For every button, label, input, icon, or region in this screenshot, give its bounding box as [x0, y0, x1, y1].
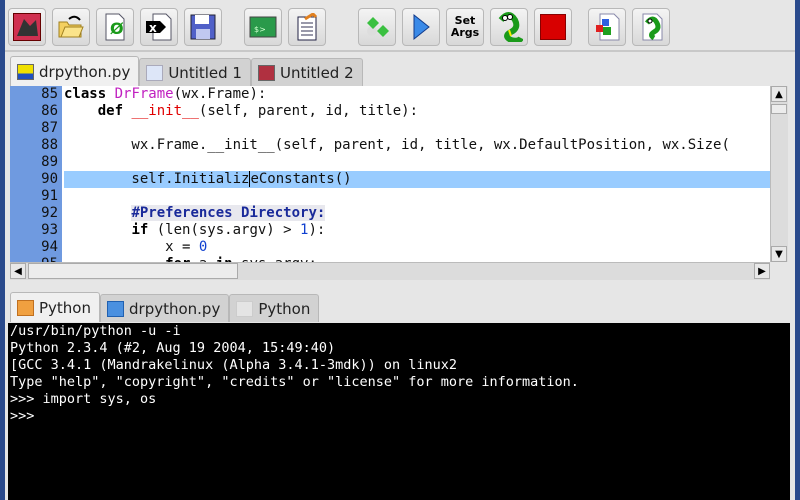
- notepad-icon: [293, 13, 321, 41]
- tab-label: Untitled 2: [279, 63, 354, 82]
- editor-horizontal-scrollbar[interactable]: ◀ ▶: [10, 262, 770, 280]
- console-line: [GCC 3.4.1 (Mandrakelinux (Alpha 3.4.1-3…: [10, 357, 458, 373]
- toolbar: Ø x $> Set Args: [5, 0, 795, 52]
- bottom-tab-bar: Python drpython.py Python: [10, 292, 320, 322]
- code-text: self.InitializeConstants(): [64, 171, 770, 188]
- line-number: 92: [41, 205, 58, 221]
- line-number: 85: [41, 86, 58, 102]
- python-doc-button[interactable]: [632, 8, 670, 46]
- tab-drpython-py[interactable]: drpython.py: [10, 56, 140, 86]
- tab-drpython-py-output[interactable]: drpython.py: [100, 294, 230, 322]
- set-args-button[interactable]: Set Args: [446, 8, 484, 46]
- line-number: 91: [41, 188, 58, 204]
- code-text: wx.Frame.__init__(self, parent, id, titl…: [64, 137, 730, 153]
- terminal-button[interactable]: $>: [244, 8, 282, 46]
- line-number: 86: [41, 103, 58, 119]
- code-text: if (len(sys.argv) > 1):: [131, 222, 326, 238]
- console-line: Python 2.3.4 (#2, Aug 19 2004, 15:49:40): [10, 340, 336, 356]
- horizontal-scroll-thumb[interactable]: [28, 263, 238, 279]
- line-number: 93: [41, 222, 58, 238]
- tab-untitled-2[interactable]: Untitled 2: [250, 58, 363, 86]
- console-prompt: >>>: [10, 408, 43, 424]
- svg-text:$>: $>: [254, 25, 266, 34]
- code-line: 88 wx.Frame.__init__(self, parent, id, t…: [10, 137, 770, 154]
- drpython-logo-button[interactable]: [8, 8, 46, 46]
- code-line: 87: [10, 120, 770, 137]
- line-number: 89: [41, 154, 58, 170]
- line-number: 88: [41, 137, 58, 153]
- code-line: 86 def __init__(self, parent, id, title)…: [10, 103, 770, 120]
- prompt-icon: [17, 299, 34, 316]
- code-text: #Preferences Directory:: [131, 205, 326, 221]
- scroll-left-icon[interactable]: ◀: [10, 263, 26, 279]
- stop-square-icon: [539, 13, 567, 41]
- tab-label: drpython.py: [129, 299, 221, 318]
- python-doc-icon: [637, 13, 665, 41]
- terminal-icon: $>: [249, 13, 277, 41]
- drpython-logo-icon: [13, 13, 41, 41]
- prompt-icon: [107, 300, 124, 317]
- code-editor[interactable]: 85 class DrFrame(wx.Frame): 86 def __init…: [10, 86, 770, 262]
- save-button[interactable]: [184, 8, 222, 46]
- editor-vertical-scrollbar[interactable]: ▲ ▼: [770, 86, 788, 262]
- code-line: 85 class DrFrame(wx.Frame):: [10, 86, 770, 103]
- scroll-down-icon[interactable]: ▼: [771, 246, 787, 262]
- play-icon: [407, 13, 435, 41]
- open-button[interactable]: [52, 8, 90, 46]
- source-browser-button[interactable]: [588, 8, 626, 46]
- source-browser-icon: [593, 13, 621, 41]
- tab-label: Python: [39, 298, 91, 317]
- code-line: 94 x = 0: [10, 239, 770, 256]
- text-cursor: [249, 171, 251, 187]
- console-line: /usr/bin/python -u -i: [10, 323, 181, 339]
- line-number: 94: [41, 239, 58, 255]
- tab-untitled-1[interactable]: Untitled 1: [139, 58, 251, 86]
- stop-button[interactable]: [534, 8, 572, 46]
- plugins-button[interactable]: [358, 8, 396, 46]
- tab-label: drpython.py: [39, 62, 131, 81]
- file-unsaved-icon: [257, 64, 275, 81]
- close-file-button[interactable]: x: [140, 8, 178, 46]
- code-line: 89: [10, 154, 770, 171]
- python-snake-icon: [495, 12, 523, 42]
- code-line: 92 #Preferences Directory:: [10, 205, 770, 222]
- code-line-current: 90 self.InitializeConstants(): [10, 171, 770, 188]
- scroll-right-icon[interactable]: ▶: [754, 263, 770, 279]
- scroll-up-icon[interactable]: ▲: [771, 86, 787, 102]
- floppy-disk-icon: [189, 13, 217, 41]
- notes-button[interactable]: [288, 8, 326, 46]
- code-text: def __init__(self, parent, id, title):: [97, 103, 419, 119]
- python-shell-button[interactable]: [490, 8, 528, 46]
- window-border-left: [0, 0, 5, 500]
- console-line: Type "help", "copyright", "credits" or "…: [10, 374, 579, 390]
- editor-tab-bar: drpython.py Untitled 1 Untitled 2: [10, 56, 363, 86]
- plugins-icon: [363, 13, 391, 41]
- tab-label: Python: [258, 299, 311, 318]
- code-line: 93 if (len(sys.argv) > 1):: [10, 222, 770, 239]
- file-modified-icon: [17, 63, 34, 80]
- code-text: x = 0: [64, 239, 208, 255]
- window-border-right: [795, 0, 800, 500]
- file-icon: [146, 64, 164, 81]
- code-line: 91: [10, 188, 770, 205]
- run-button[interactable]: [402, 8, 440, 46]
- tab-python-2[interactable]: Python: [229, 294, 320, 322]
- code-text: class DrFrame(wx.Frame):: [64, 86, 267, 102]
- tab-label: Untitled 1: [168, 63, 242, 82]
- svg-text:x: x: [149, 21, 157, 35]
- console-line: >>> import sys, os: [10, 391, 157, 407]
- line-number: 90: [41, 171, 58, 187]
- reload-button[interactable]: Ø: [96, 8, 134, 46]
- python-console[interactable]: /usr/bin/python -u -i Python 2.3.4 (#2, A…: [8, 323, 790, 500]
- folder-open-icon: [57, 13, 85, 41]
- set-args-label-2: Args: [450, 26, 480, 39]
- close-file-icon: x: [145, 13, 173, 41]
- svg-text:Ø: Ø: [110, 19, 124, 38]
- vertical-scroll-thumb[interactable]: [771, 104, 787, 114]
- tab-python-shell[interactable]: Python: [10, 292, 100, 322]
- prompt-icon: [236, 300, 254, 317]
- line-number: 87: [41, 120, 58, 136]
- reload-file-icon: Ø: [101, 13, 129, 41]
